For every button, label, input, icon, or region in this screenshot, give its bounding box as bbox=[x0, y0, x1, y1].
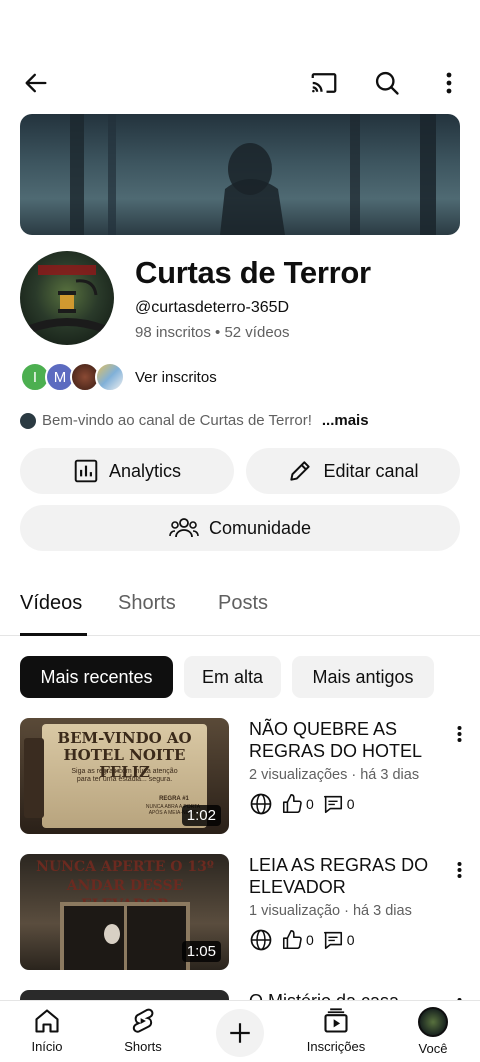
video-thumbnail[interactable]: BEM-VINDO AO HOTEL NOITE FELIZ Siga as r… bbox=[20, 718, 229, 834]
video-item[interactable]: NUNCA APERTE O 13º ANDAR DESSE ELEVADOR … bbox=[0, 854, 480, 974]
comment-icon bbox=[323, 795, 342, 814]
channel-description[interactable]: Bem-vindo ao canal de Curtas de Terror! … bbox=[20, 412, 369, 429]
tab-videos[interactable]: Vídeos bbox=[20, 592, 82, 615]
analytics-button[interactable]: Analytics bbox=[20, 448, 234, 494]
kebab-menu-icon bbox=[457, 862, 461, 878]
thumbs-up-icon bbox=[282, 930, 302, 950]
tab-shorts[interactable]: Shorts bbox=[118, 592, 176, 615]
create-button[interactable] bbox=[216, 1009, 264, 1057]
filter-chip-oldest[interactable]: Mais antigos bbox=[292, 656, 434, 698]
channel-name: Curtas de Terror bbox=[135, 255, 371, 290]
back-button[interactable] bbox=[20, 66, 52, 100]
video-duration: 1:05 bbox=[181, 941, 221, 962]
thumbnail-rule-label: REGRA #1 bbox=[159, 796, 189, 802]
subscriptions-icon bbox=[324, 1008, 348, 1033]
video-duration: 1:02 bbox=[181, 805, 221, 826]
channel-tabs: Vídeos Shorts Posts bbox=[0, 588, 480, 636]
filter-chip-latest[interactable]: Mais recentes bbox=[20, 656, 173, 698]
bottom-navigation: Início Shorts Inscrições Você bbox=[0, 1000, 480, 1062]
plus-icon bbox=[230, 1023, 250, 1043]
video-title[interactable]: LEIA AS REGRAS DO ELEVADOR bbox=[249, 854, 439, 898]
thumbs-up-icon bbox=[282, 794, 302, 814]
video-likes: 0 bbox=[281, 793, 314, 815]
nav-you[interactable]: Você bbox=[393, 1007, 473, 1056]
video-likes: 0 bbox=[281, 929, 314, 951]
bar-chart-icon bbox=[74, 459, 98, 483]
subscriber-avatar[interactable] bbox=[95, 362, 125, 392]
video-comments: 0 bbox=[322, 793, 355, 815]
globe-icon bbox=[250, 793, 272, 815]
search-button[interactable] bbox=[370, 66, 404, 100]
arrow-left-icon bbox=[25, 73, 47, 93]
cast-icon bbox=[311, 73, 337, 93]
tab-posts[interactable]: Posts bbox=[218, 592, 268, 615]
kebab-menu-icon bbox=[457, 726, 461, 742]
channel-handle: @curtasdeterro-365D bbox=[135, 299, 290, 316]
video-actions: 0 0 bbox=[249, 928, 355, 952]
search-icon bbox=[375, 71, 399, 95]
comment-icon bbox=[323, 931, 342, 950]
active-tab-indicator bbox=[20, 633, 87, 636]
kebab-menu-icon bbox=[446, 72, 452, 94]
video-meta: 1 visualização · há 3 dias bbox=[249, 903, 412, 919]
pencil-icon bbox=[290, 461, 311, 481]
channel-avatar[interactable] bbox=[20, 251, 114, 345]
video-thumbnail[interactable]: NUNCA APERTE O 13º ANDAR DESSE ELEVADOR … bbox=[20, 854, 229, 970]
video-options-button[interactable] bbox=[450, 722, 468, 746]
home-icon bbox=[35, 1009, 59, 1033]
edit-channel-button[interactable]: Editar canal bbox=[246, 448, 460, 494]
nav-home[interactable]: Início bbox=[7, 1007, 87, 1054]
people-icon bbox=[169, 518, 199, 538]
globe-icon bbox=[250, 929, 272, 951]
video-options-button[interactable] bbox=[450, 858, 468, 882]
channel-stats: 98 inscritos • 52 vídeos bbox=[135, 324, 290, 341]
video-meta: 2 visualizações · há 3 dias bbox=[249, 767, 420, 783]
video-title[interactable]: NÃO QUEBRE AS REGRAS DO HOTEL bbox=[249, 718, 439, 762]
globe-dot-icon bbox=[20, 412, 36, 429]
filter-chip-popular[interactable]: Em alta bbox=[184, 656, 281, 698]
video-item[interactable]: BEM-VINDO AO HOTEL NOITE FELIZ Siga as r… bbox=[0, 718, 480, 838]
more-link[interactable]: ...mais bbox=[322, 412, 369, 429]
nav-subscriptions[interactable]: Inscrições bbox=[296, 1007, 376, 1054]
profile-avatar bbox=[418, 1007, 448, 1037]
channel-banner bbox=[20, 114, 460, 235]
cast-button[interactable] bbox=[306, 66, 342, 100]
nav-shorts[interactable]: Shorts bbox=[103, 1007, 183, 1054]
community-button[interactable]: Comunidade bbox=[20, 505, 460, 551]
shorts-icon bbox=[132, 1008, 154, 1033]
thumbnail-subtitle: Siga as regras com muita atenção para te… bbox=[71, 768, 178, 783]
video-actions: 0 0 bbox=[249, 792, 355, 816]
video-comments: 0 bbox=[322, 929, 355, 951]
view-subscribers-link[interactable]: Ver inscritos bbox=[135, 369, 217, 386]
more-options-button[interactable] bbox=[436, 66, 462, 100]
